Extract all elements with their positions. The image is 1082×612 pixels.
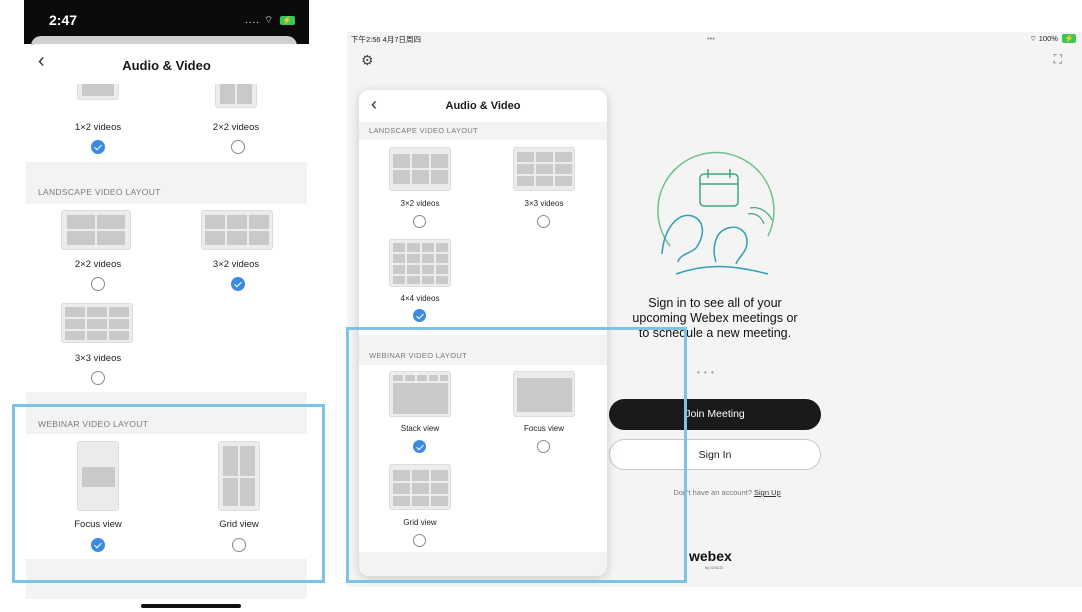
option-label: 2×2 videos xyxy=(74,259,122,270)
section-title: WEBINAR VIDEO LAYOUT xyxy=(369,351,467,360)
webex-logo: webex xyxy=(689,548,732,564)
option-label: Grid view xyxy=(403,518,437,527)
option-label: Focus view xyxy=(74,519,122,530)
wifi-icon: ⌔ xyxy=(263,15,275,26)
page-indicator: • • • xyxy=(697,368,715,377)
layout-thumb-2x2[interactable] xyxy=(61,210,131,250)
radio-3x2-videos[interactable] xyxy=(231,277,245,291)
section-header: LANDSCAPE VIDEO LAYOUT xyxy=(359,122,607,140)
radio-stack-view[interactable] xyxy=(413,440,426,453)
tablet-clock: 下午2:56 4月7日周四 xyxy=(351,35,422,44)
section-header: LANDSCAPE VIDEO LAYOUT xyxy=(26,162,307,204)
phone-clock: 2:47 xyxy=(49,12,78,28)
battery-percent: 100% xyxy=(1038,34,1058,43)
gear-icon[interactable]: ⚙ xyxy=(361,52,374,69)
layout-thumb-focus[interactable] xyxy=(513,371,575,417)
layout-thumb-grid[interactable] xyxy=(218,441,260,511)
phone-screen: 2:47 .... ⌔ ⚡ ‹ Audio & Video 1×2 videos… xyxy=(24,0,309,612)
radio-3x2-videos[interactable] xyxy=(413,215,426,228)
option-label: Grid view xyxy=(219,519,259,530)
battery-icon: ⚡ xyxy=(1062,34,1076,43)
radio-4x4-videos[interactable] xyxy=(413,309,426,322)
cisco-tagline: by CISCO xyxy=(705,565,724,570)
audio-video-popover: ‹ Audio & Video LANDSCAPE VIDEO LAYOUT 3… xyxy=(359,90,607,576)
option-label: Stack view xyxy=(400,424,440,433)
radio-3x3-videos[interactable] xyxy=(537,215,550,228)
sign-up-link[interactable]: Sign Up xyxy=(754,488,781,497)
layout-thumb-grid[interactable] xyxy=(389,464,451,510)
radio-grid-view[interactable] xyxy=(232,538,246,552)
signin-line: Sign in to see all of your xyxy=(648,296,782,310)
radio-1x2-videos[interactable] xyxy=(91,140,105,154)
layout-thumb-3x2[interactable] xyxy=(201,210,273,250)
radio-grid-view[interactable] xyxy=(413,534,426,547)
radio-3x3-videos[interactable] xyxy=(91,371,105,385)
tablet-screen: 下午2:56 4月7日周四 ••• ⌔ 100% ⚡ ⚙ ⛶ Sign in t… xyxy=(347,32,1082,587)
account-text: Don't have an account? xyxy=(673,488,752,497)
popover-title: Audio & Video xyxy=(445,100,521,112)
radio-2x2-videos[interactable] xyxy=(91,277,105,291)
section-footer xyxy=(359,552,607,576)
sheet-title: Audio & Video xyxy=(122,58,211,73)
radio-focus-view[interactable] xyxy=(537,440,550,453)
battery-icon: ⚡ xyxy=(280,16,295,25)
layout-thumb-focus[interactable] xyxy=(77,441,119,511)
signal-icon: .... xyxy=(244,15,261,26)
settings-sheet: ‹ Audio & Video 1×2 videos 2×2 videos LA… xyxy=(26,44,307,612)
section-header: WEBINAR VIDEO LAYOUT xyxy=(26,392,307,434)
layout-thumb-2x2[interactable] xyxy=(215,84,257,108)
option-label: 2×2 videos xyxy=(212,122,260,133)
section-title: WEBINAR VIDEO LAYOUT xyxy=(38,419,149,429)
option-label: 1×2 videos xyxy=(74,122,122,133)
account-prompt: Don't have an account? Sign Up xyxy=(637,488,817,497)
option-label: 3×3 videos xyxy=(524,199,564,208)
section-title: LANDSCAPE VIDEO LAYOUT xyxy=(369,126,478,135)
option-label: 3×3 videos xyxy=(74,353,122,364)
signin-message: Sign in to see all of your upcoming Webe… xyxy=(605,296,825,341)
option-label: 3×2 videos xyxy=(400,199,440,208)
option-label: Focus view xyxy=(523,424,564,433)
section-header: WEBINAR VIDEO LAYOUT xyxy=(359,335,607,365)
option-label: 3×2 videos xyxy=(212,259,260,270)
option-label: 4×4 videos xyxy=(400,294,440,303)
layout-thumb-3x3[interactable] xyxy=(61,303,133,343)
radio-2x2-videos[interactable] xyxy=(231,140,245,154)
layout-thumb-1x2[interactable] xyxy=(77,84,119,100)
home-indicator xyxy=(141,604,241,608)
radio-focus-view[interactable] xyxy=(91,538,105,552)
tablet-status-icons: ⌔ 100% ⚡ xyxy=(1030,34,1076,44)
phone-status-icons: .... ⌔ ⚡ xyxy=(245,14,295,27)
layout-thumb-4x4[interactable] xyxy=(389,239,451,287)
multitask-dots[interactable]: ••• xyxy=(707,34,715,43)
signin-line: to schedule a new meeting. xyxy=(638,326,792,340)
layout-thumb-stack[interactable] xyxy=(389,371,451,417)
scan-icon[interactable]: ⛶ xyxy=(1054,52,1062,67)
signin-line: upcoming Webex meetings or xyxy=(632,311,798,325)
wifi-icon: ⌔ xyxy=(1029,34,1037,43)
layout-thumb-3x3[interactable] xyxy=(513,147,575,191)
section-footer xyxy=(26,559,307,599)
layout-thumb-3x2[interactable] xyxy=(389,147,451,191)
section-title: LANDSCAPE VIDEO LAYOUT xyxy=(38,187,161,197)
meeting-illustration xyxy=(657,151,775,275)
sign-in-button[interactable]: Sign In xyxy=(609,439,821,470)
join-meeting-button[interactable]: Join Meeting xyxy=(609,399,821,430)
